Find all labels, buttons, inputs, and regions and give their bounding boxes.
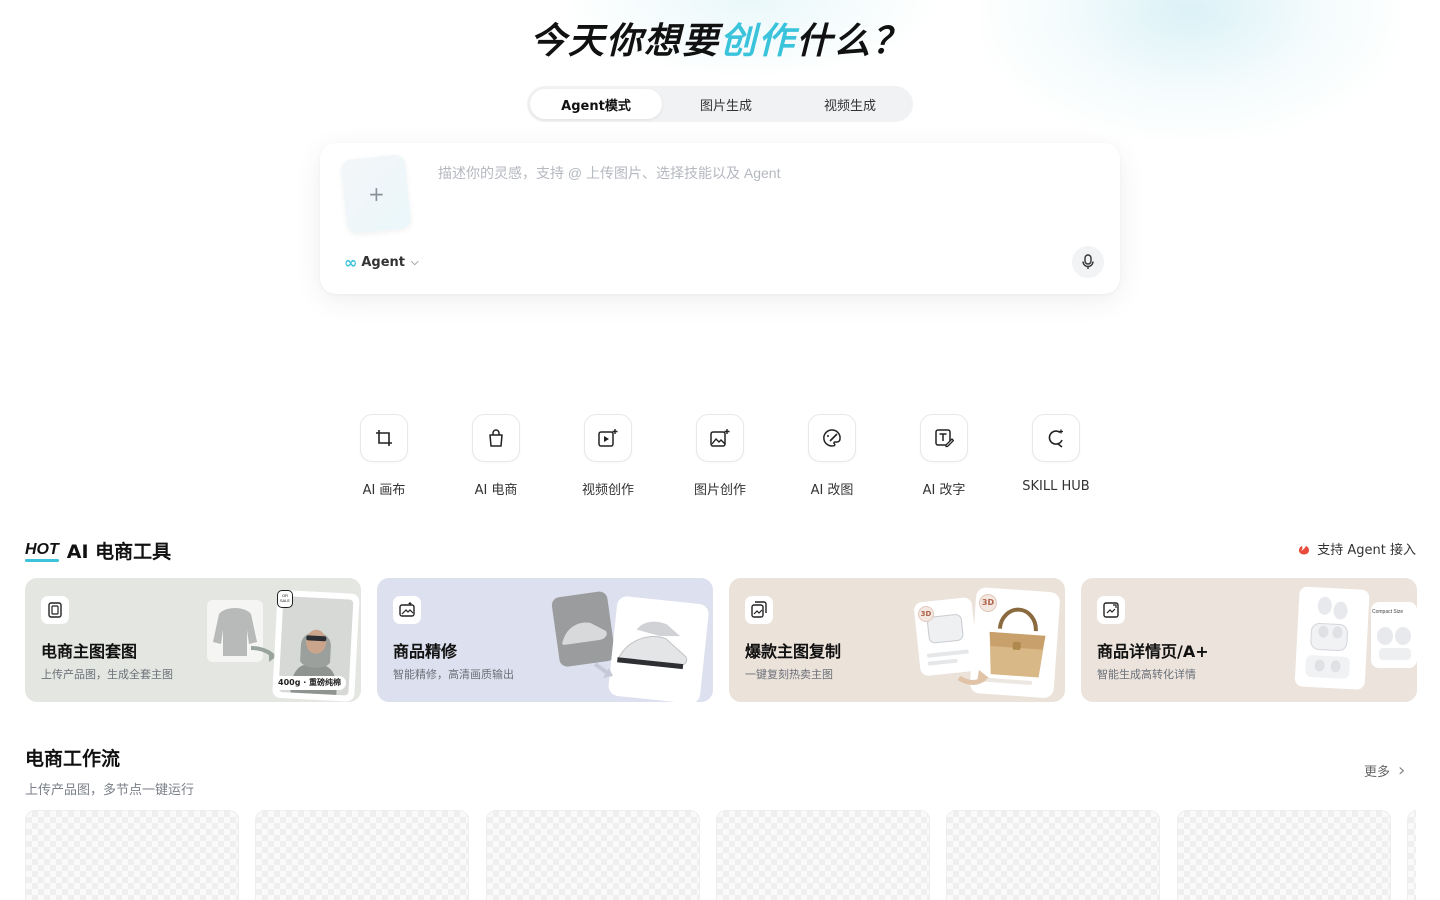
card-desc: 智能生成高转化详情 bbox=[1097, 668, 1196, 681]
workflow-card[interactable] bbox=[716, 810, 930, 900]
tool-label: 视频创作 bbox=[581, 483, 634, 498]
microphone-icon bbox=[1082, 254, 1094, 269]
workflow-subtitle: 上传产品图，多节点一键运行 bbox=[25, 783, 195, 798]
more-link[interactable]: 更多 › bbox=[1364, 760, 1405, 781]
agent-support-link[interactable]: 支持 Agent 接入 bbox=[1297, 539, 1416, 558]
skill-hub-icon bbox=[1048, 429, 1063, 448]
lobster-icon bbox=[1299, 545, 1310, 554]
plus-icon: + bbox=[367, 182, 385, 207]
tab-image-generation[interactable]: 图片生成 bbox=[662, 89, 790, 119]
card-title: 商品详情页/A+ bbox=[1097, 642, 1209, 661]
earbuds-product-art bbox=[1294, 586, 1417, 690]
more-label: 更多 bbox=[1364, 765, 1391, 780]
tool-image-creation[interactable]: 图片创作 bbox=[670, 414, 770, 498]
tool-label: SKILL HUB bbox=[1022, 479, 1090, 494]
card-desc: 上传产品图，生成全套主图 bbox=[41, 668, 173, 681]
sale-tag: OR SALE bbox=[277, 590, 293, 608]
prompt-input[interactable] bbox=[438, 161, 1078, 185]
tool-label: AI 改图 bbox=[810, 483, 854, 498]
spec-tag: 400g · 重磅纯棉 bbox=[273, 676, 347, 690]
tool-ai-text-edit[interactable]: AI 改字 bbox=[894, 414, 994, 498]
detail-page-icon bbox=[1103, 602, 1119, 618]
card-product-retouch[interactable]: 商品精修 智能精修，高清画质输出 bbox=[377, 578, 713, 702]
workflow-card[interactable] bbox=[486, 810, 700, 900]
sneaker-product-art bbox=[551, 591, 709, 702]
palette-edit-icon bbox=[823, 429, 841, 447]
section-title: AI 电商工具 bbox=[66, 541, 172, 563]
hot-badge: HOT bbox=[25, 541, 59, 562]
workflow-card[interactable] bbox=[1177, 810, 1391, 900]
upload-image-button[interactable]: + bbox=[340, 153, 412, 235]
text-edit-icon bbox=[935, 429, 954, 448]
image-sparkle-icon bbox=[710, 429, 730, 447]
video-sparkle-icon bbox=[598, 429, 618, 447]
agent-selector-label: Agent bbox=[361, 255, 405, 270]
card-main-image-set[interactable]: 电商主图套图 上传产品图，生成全套主图 OR SALE 400g · 重磅纯棉 bbox=[25, 578, 361, 702]
shopping-bag-icon bbox=[489, 429, 503, 447]
workflow-card[interactable] bbox=[255, 810, 469, 900]
tool-ai-ecommerce[interactable]: AI 电商 bbox=[446, 414, 546, 498]
card-desc: 一键复刻热卖主图 bbox=[745, 668, 833, 681]
card-bestseller-copy[interactable]: 爆款主图复制 一键复刻热卖主图 3D 3D bbox=[729, 578, 1065, 702]
3d-badge-left: 3D bbox=[918, 606, 934, 622]
3d-badge-right: 3D bbox=[979, 594, 997, 612]
card-desc: 智能精修，高清画质输出 bbox=[393, 668, 514, 681]
tool-label: AI 电商 bbox=[474, 483, 518, 498]
crop-frame-icon bbox=[376, 430, 392, 446]
ecommerce-tool-cards: 电商主图套图 上传产品图，生成全套主图 OR SALE 400g · 重磅纯棉 bbox=[25, 578, 1417, 702]
agent-selector[interactable]: ∞ Agent ⌵ bbox=[344, 253, 419, 272]
tool-skill-hub[interactable]: SKILL HUB bbox=[1006, 414, 1106, 494]
tool-label: 图片创作 bbox=[693, 483, 746, 498]
microphone-button[interactable] bbox=[1072, 246, 1104, 278]
hero-title-accent: 创作 bbox=[719, 21, 796, 62]
agent-support-label: 支持 Agent 接入 bbox=[1317, 543, 1416, 558]
prompt-box: + ∞ Agent ⌵ bbox=[320, 143, 1120, 294]
copy-image-icon bbox=[751, 601, 767, 618]
workflow-card[interactable] bbox=[25, 810, 239, 900]
workflow-card[interactable] bbox=[946, 810, 1160, 900]
workflow-card[interactable] bbox=[1407, 810, 1416, 900]
ecommerce-section-header: HOT AI 电商工具 bbox=[25, 537, 171, 564]
workflow-grid bbox=[25, 810, 1416, 900]
tool-label: AI 画布 bbox=[362, 483, 406, 498]
chevron-down-icon: ⌵ bbox=[410, 257, 419, 268]
compact-size-label: Compact Size bbox=[1372, 609, 1404, 615]
tool-ai-canvas[interactable]: AI 画布 bbox=[334, 414, 434, 498]
retouch-icon bbox=[399, 602, 415, 617]
workflow-title: 电商工作流 bbox=[25, 748, 121, 770]
tool-video-creation[interactable]: 视频创作 bbox=[558, 414, 658, 498]
tab-agent-mode[interactable]: Agent模式 bbox=[530, 89, 662, 119]
card-detail-page[interactable]: 商品详情页/A+ 智能生成高转化详情 Compact Size bbox=[1081, 578, 1417, 702]
image-set-icon bbox=[48, 602, 62, 618]
card-title: 电商主图套图 bbox=[41, 642, 138, 661]
hero-title-end: 什么？ bbox=[796, 21, 911, 62]
card-title: 爆款主图复制 bbox=[745, 642, 842, 661]
workflow-section-header: 电商工作流 上传产品图，多节点一键运行 bbox=[25, 744, 194, 798]
card-title: 商品精修 bbox=[393, 642, 458, 661]
hero-title-start: 今天你想要 bbox=[529, 21, 720, 62]
tab-video-generation[interactable]: 视频生成 bbox=[790, 89, 910, 119]
chevron-right-icon: › bbox=[1398, 760, 1406, 781]
infinity-icon: ∞ bbox=[344, 253, 358, 272]
tool-ai-image-edit[interactable]: AI 改图 bbox=[782, 414, 882, 498]
tool-label: AI 改字 bbox=[922, 483, 966, 498]
hero-title: 今天你想要创作什么？ bbox=[0, 12, 1440, 64]
mode-tabs: Agent模式 图片生成 视频生成 bbox=[527, 86, 913, 122]
